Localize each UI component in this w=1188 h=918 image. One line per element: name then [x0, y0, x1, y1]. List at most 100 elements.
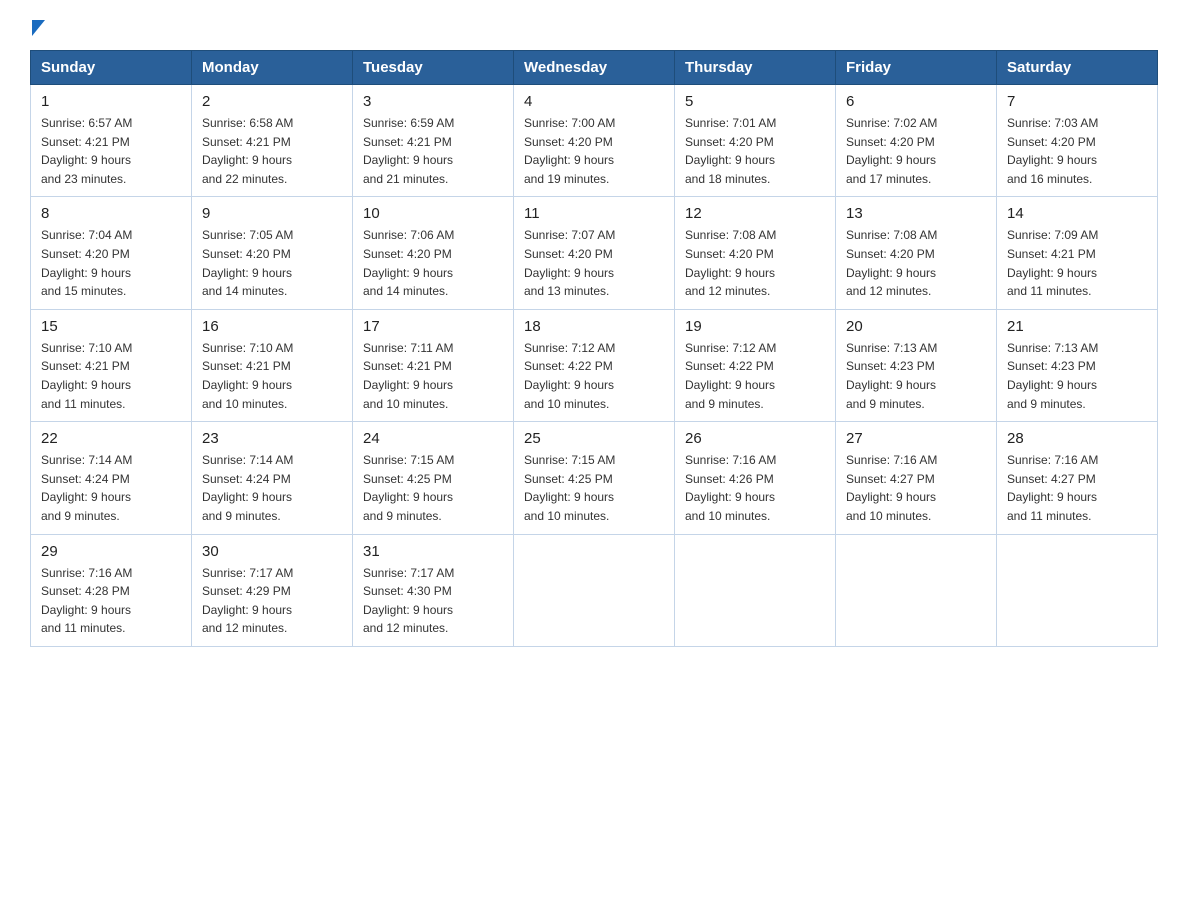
day-cell [836, 534, 997, 646]
day-cell: 4 Sunrise: 7:00 AMSunset: 4:20 PMDayligh… [514, 85, 675, 197]
day-cell: 26 Sunrise: 7:16 AMSunset: 4:26 PMDaylig… [675, 422, 836, 534]
header-sunday: Sunday [31, 51, 192, 85]
day-number: 30 [202, 543, 342, 560]
day-info: Sunrise: 7:16 AMSunset: 4:27 PMDaylight:… [1007, 451, 1147, 525]
week-row-4: 22 Sunrise: 7:14 AMSunset: 4:24 PMDaylig… [31, 422, 1158, 534]
day-info: Sunrise: 7:17 AMSunset: 4:30 PMDaylight:… [363, 564, 503, 638]
day-cell: 18 Sunrise: 7:12 AMSunset: 4:22 PMDaylig… [514, 309, 675, 421]
day-info: Sunrise: 7:17 AMSunset: 4:29 PMDaylight:… [202, 564, 342, 638]
day-number: 8 [41, 205, 181, 222]
day-info: Sunrise: 7:04 AMSunset: 4:20 PMDaylight:… [41, 226, 181, 300]
day-number: 20 [846, 318, 986, 335]
calendar-header-row: SundayMondayTuesdayWednesdayThursdayFrid… [31, 51, 1158, 85]
day-number: 27 [846, 430, 986, 447]
day-cell [675, 534, 836, 646]
day-info: Sunrise: 6:58 AMSunset: 4:21 PMDaylight:… [202, 114, 342, 188]
day-number: 7 [1007, 93, 1147, 110]
day-cell: 21 Sunrise: 7:13 AMSunset: 4:23 PMDaylig… [997, 309, 1158, 421]
day-cell: 5 Sunrise: 7:01 AMSunset: 4:20 PMDayligh… [675, 85, 836, 197]
day-cell: 7 Sunrise: 7:03 AMSunset: 4:20 PMDayligh… [997, 85, 1158, 197]
day-number: 23 [202, 430, 342, 447]
day-cell: 14 Sunrise: 7:09 AMSunset: 4:21 PMDaylig… [997, 197, 1158, 309]
day-cell: 3 Sunrise: 6:59 AMSunset: 4:21 PMDayligh… [353, 85, 514, 197]
day-number: 4 [524, 93, 664, 110]
day-cell: 17 Sunrise: 7:11 AMSunset: 4:21 PMDaylig… [353, 309, 514, 421]
day-number: 6 [846, 93, 986, 110]
day-info: Sunrise: 7:09 AMSunset: 4:21 PMDaylight:… [1007, 226, 1147, 300]
header-tuesday: Tuesday [353, 51, 514, 85]
day-number: 18 [524, 318, 664, 335]
day-number: 13 [846, 205, 986, 222]
day-info: Sunrise: 7:12 AMSunset: 4:22 PMDaylight:… [524, 339, 664, 413]
day-number: 12 [685, 205, 825, 222]
day-cell: 22 Sunrise: 7:14 AMSunset: 4:24 PMDaylig… [31, 422, 192, 534]
week-row-2: 8 Sunrise: 7:04 AMSunset: 4:20 PMDayligh… [31, 197, 1158, 309]
week-row-5: 29 Sunrise: 7:16 AMSunset: 4:28 PMDaylig… [31, 534, 1158, 646]
day-number: 16 [202, 318, 342, 335]
day-info: Sunrise: 7:11 AMSunset: 4:21 PMDaylight:… [363, 339, 503, 413]
day-number: 11 [524, 205, 664, 222]
day-info: Sunrise: 7:01 AMSunset: 4:20 PMDaylight:… [685, 114, 825, 188]
day-number: 17 [363, 318, 503, 335]
day-info: Sunrise: 7:13 AMSunset: 4:23 PMDaylight:… [846, 339, 986, 413]
day-info: Sunrise: 7:05 AMSunset: 4:20 PMDaylight:… [202, 226, 342, 300]
day-cell: 10 Sunrise: 7:06 AMSunset: 4:20 PMDaylig… [353, 197, 514, 309]
day-cell: 8 Sunrise: 7:04 AMSunset: 4:20 PMDayligh… [31, 197, 192, 309]
day-cell: 23 Sunrise: 7:14 AMSunset: 4:24 PMDaylig… [192, 422, 353, 534]
day-cell: 13 Sunrise: 7:08 AMSunset: 4:20 PMDaylig… [836, 197, 997, 309]
day-cell: 29 Sunrise: 7:16 AMSunset: 4:28 PMDaylig… [31, 534, 192, 646]
header-wednesday: Wednesday [514, 51, 675, 85]
day-number: 5 [685, 93, 825, 110]
day-info: Sunrise: 6:59 AMSunset: 4:21 PMDaylight:… [363, 114, 503, 188]
day-cell: 16 Sunrise: 7:10 AMSunset: 4:21 PMDaylig… [192, 309, 353, 421]
day-cell [997, 534, 1158, 646]
day-info: Sunrise: 7:08 AMSunset: 4:20 PMDaylight:… [685, 226, 825, 300]
day-number: 19 [685, 318, 825, 335]
day-info: Sunrise: 7:16 AMSunset: 4:26 PMDaylight:… [685, 451, 825, 525]
day-number: 15 [41, 318, 181, 335]
day-number: 3 [363, 93, 503, 110]
logo-arrow-icon [32, 20, 45, 36]
day-cell: 12 Sunrise: 7:08 AMSunset: 4:20 PMDaylig… [675, 197, 836, 309]
day-cell: 25 Sunrise: 7:15 AMSunset: 4:25 PMDaylig… [514, 422, 675, 534]
day-info: Sunrise: 7:14 AMSunset: 4:24 PMDaylight:… [41, 451, 181, 525]
header-saturday: Saturday [997, 51, 1158, 85]
day-number: 21 [1007, 318, 1147, 335]
logo [30, 20, 45, 32]
day-number: 24 [363, 430, 503, 447]
day-cell: 11 Sunrise: 7:07 AMSunset: 4:20 PMDaylig… [514, 197, 675, 309]
day-number: 22 [41, 430, 181, 447]
day-info: Sunrise: 7:15 AMSunset: 4:25 PMDaylight:… [363, 451, 503, 525]
day-info: Sunrise: 7:06 AMSunset: 4:20 PMDaylight:… [363, 226, 503, 300]
day-info: Sunrise: 7:12 AMSunset: 4:22 PMDaylight:… [685, 339, 825, 413]
day-number: 2 [202, 93, 342, 110]
day-cell: 27 Sunrise: 7:16 AMSunset: 4:27 PMDaylig… [836, 422, 997, 534]
day-info: Sunrise: 7:08 AMSunset: 4:20 PMDaylight:… [846, 226, 986, 300]
day-number: 10 [363, 205, 503, 222]
day-number: 28 [1007, 430, 1147, 447]
day-number: 14 [1007, 205, 1147, 222]
day-cell: 19 Sunrise: 7:12 AMSunset: 4:22 PMDaylig… [675, 309, 836, 421]
day-cell [514, 534, 675, 646]
day-info: Sunrise: 7:02 AMSunset: 4:20 PMDaylight:… [846, 114, 986, 188]
day-info: Sunrise: 7:16 AMSunset: 4:28 PMDaylight:… [41, 564, 181, 638]
day-info: Sunrise: 7:07 AMSunset: 4:20 PMDaylight:… [524, 226, 664, 300]
day-number: 29 [41, 543, 181, 560]
day-cell: 9 Sunrise: 7:05 AMSunset: 4:20 PMDayligh… [192, 197, 353, 309]
day-info: Sunrise: 7:15 AMSunset: 4:25 PMDaylight:… [524, 451, 664, 525]
calendar-table: SundayMondayTuesdayWednesdayThursdayFrid… [30, 50, 1158, 647]
day-info: Sunrise: 7:03 AMSunset: 4:20 PMDaylight:… [1007, 114, 1147, 188]
day-cell: 6 Sunrise: 7:02 AMSunset: 4:20 PMDayligh… [836, 85, 997, 197]
day-number: 9 [202, 205, 342, 222]
day-number: 1 [41, 93, 181, 110]
day-cell: 28 Sunrise: 7:16 AMSunset: 4:27 PMDaylig… [997, 422, 1158, 534]
day-info: Sunrise: 7:10 AMSunset: 4:21 PMDaylight:… [202, 339, 342, 413]
header-friday: Friday [836, 51, 997, 85]
day-info: Sunrise: 7:16 AMSunset: 4:27 PMDaylight:… [846, 451, 986, 525]
day-info: Sunrise: 7:10 AMSunset: 4:21 PMDaylight:… [41, 339, 181, 413]
day-cell: 15 Sunrise: 7:10 AMSunset: 4:21 PMDaylig… [31, 309, 192, 421]
day-info: Sunrise: 7:00 AMSunset: 4:20 PMDaylight:… [524, 114, 664, 188]
header-monday: Monday [192, 51, 353, 85]
day-number: 25 [524, 430, 664, 447]
day-cell: 1 Sunrise: 6:57 AMSunset: 4:21 PMDayligh… [31, 85, 192, 197]
